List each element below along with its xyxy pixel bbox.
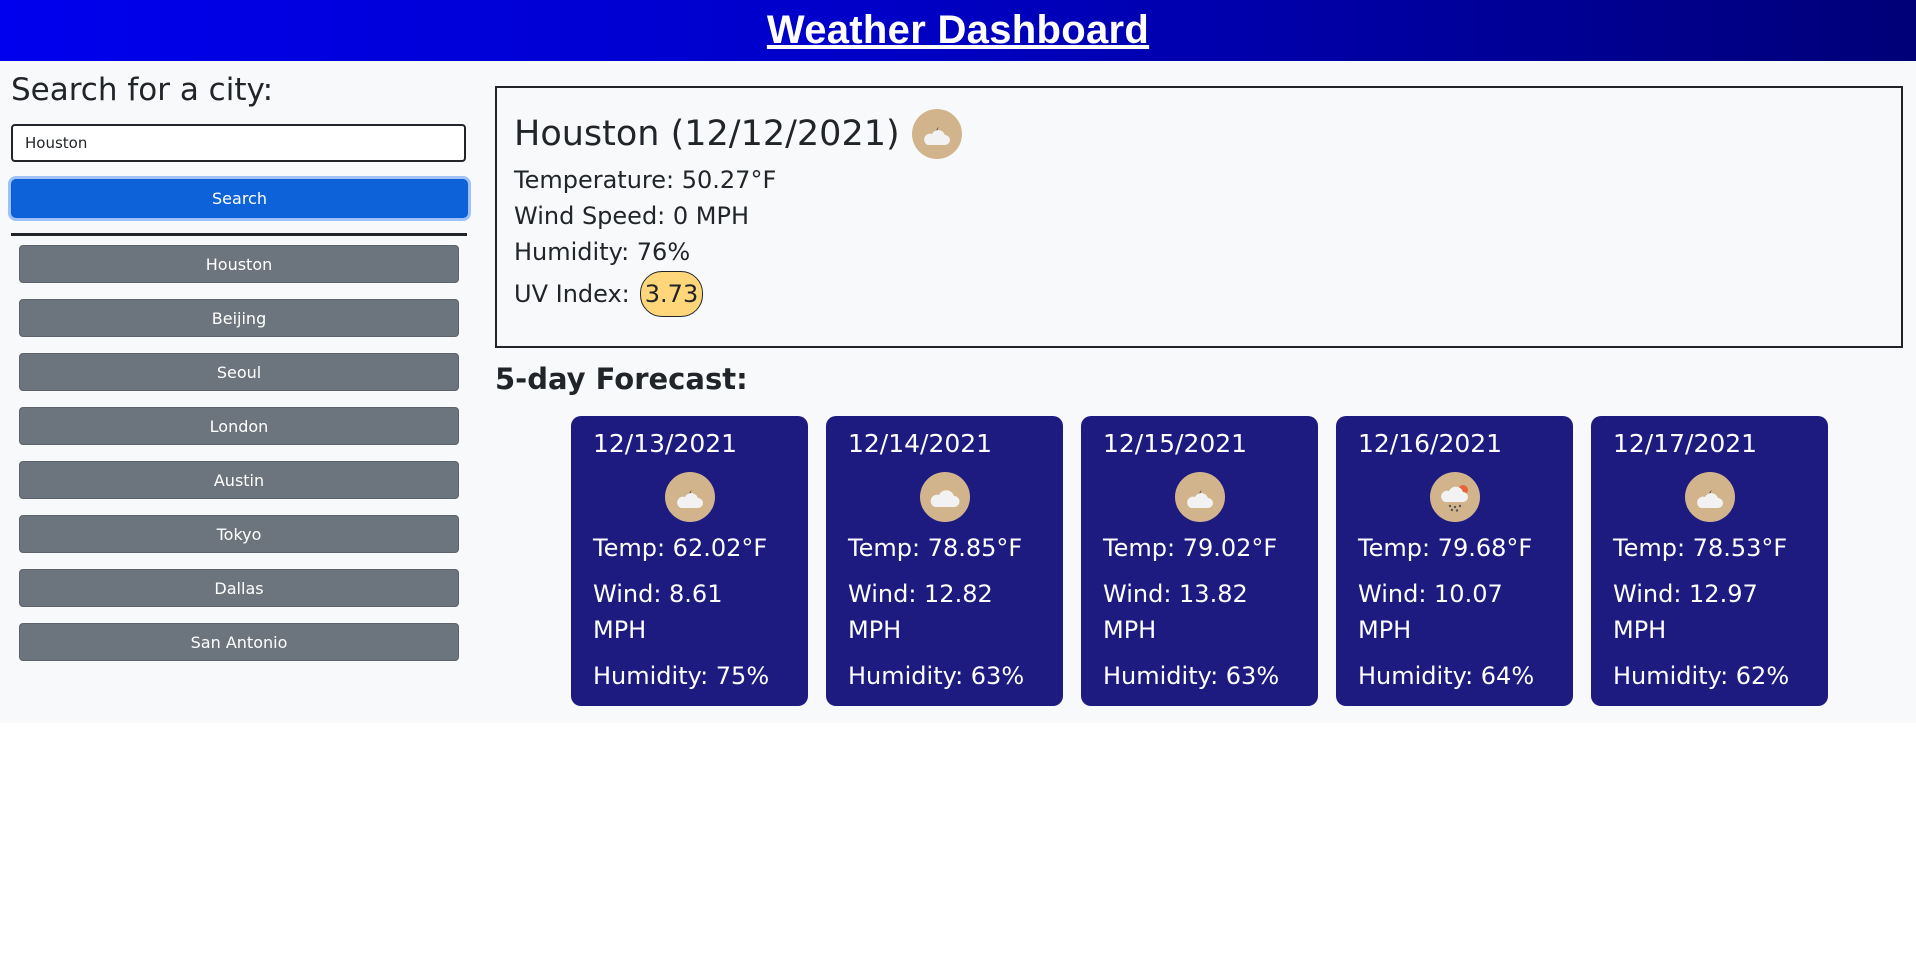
- forecast-wind: Wind: 13.82 MPH: [1103, 580, 1248, 644]
- cloudy-night-icon: [664, 472, 715, 522]
- cloudy-night-icon: [1684, 472, 1735, 522]
- forecast-date: 12/17/2021: [1613, 429, 1758, 458]
- cloud-icon: [919, 472, 970, 522]
- rain-icon: [1429, 472, 1480, 522]
- cloudy-night-icon: [1174, 472, 1225, 522]
- app-header: Weather Dashboard: [0, 0, 1916, 61]
- uv-index-label: UV Index:: [514, 280, 630, 308]
- page-title: Weather Dashboard: [766, 8, 1150, 52]
- cloudy-night-icon: [911, 109, 962, 159]
- search-history-list: Houston Beijing Seoul London Austin Toky…: [19, 245, 459, 677]
- city-search-input[interactable]: [11, 124, 466, 162]
- forecast-date: 12/16/2021: [1358, 429, 1503, 458]
- forecast-wind: Wind: 12.97 MPH: [1613, 580, 1758, 644]
- forecast-card: 12/17/2021 Temp: 78.53°F Wind: 12.97 MPH…: [1591, 416, 1828, 706]
- current-humidity: Humidity: 76%: [514, 238, 691, 266]
- forecast-temp: Temp: 78.85°F: [848, 534, 1023, 562]
- history-city-button[interactable]: Tokyo: [19, 515, 459, 553]
- forecast-humidity: Humidity: 75%: [593, 662, 770, 690]
- uv-index-badge: 3.73: [639, 271, 704, 317]
- forecast-card: 12/15/2021 Temp: 79.02°F Wind: 13.82 MPH…: [1081, 416, 1318, 706]
- forecast-humidity: Humidity: 62%: [1613, 662, 1790, 690]
- forecast-temp: Temp: 62.02°F: [593, 534, 768, 562]
- forecast-heading: 5-day Forecast:: [495, 362, 748, 396]
- forecast-card: 12/14/2021 Temp: 78.85°F Wind: 12.82 MPH…: [826, 416, 1063, 706]
- history-city-button[interactable]: London: [19, 407, 459, 445]
- forecast-humidity: Humidity: 63%: [848, 662, 1025, 690]
- history-city-button[interactable]: Houston: [19, 245, 459, 283]
- search-heading: Search for a city:: [11, 72, 274, 108]
- history-city-button[interactable]: San Antonio: [19, 623, 459, 661]
- forecast-humidity: Humidity: 63%: [1103, 662, 1280, 690]
- forecast-wind: Wind: 12.82 MPH: [848, 580, 993, 644]
- forecast-humidity: Humidity: 64%: [1358, 662, 1535, 690]
- history-city-button[interactable]: Seoul: [19, 353, 459, 391]
- current-temperature: Temperature: 50.27°F: [514, 166, 777, 194]
- forecast-card: 12/16/2021 Temp: 79.68°F Wind: 10.07 MPH…: [1336, 416, 1573, 706]
- forecast-list: 12/13/2021 Temp: 62.02°F Wind: 8.61 MPH …: [571, 416, 1828, 706]
- forecast-temp: Temp: 78.53°F: [1613, 534, 1788, 562]
- history-city-button[interactable]: Beijing: [19, 299, 459, 337]
- forecast-wind: Wind: 10.07 MPH: [1358, 580, 1503, 644]
- forecast-date: 12/14/2021: [848, 429, 993, 458]
- search-button[interactable]: Search: [11, 179, 468, 218]
- forecast-date: 12/13/2021: [593, 429, 738, 458]
- current-wind-speed: Wind Speed: 0 MPH: [514, 202, 750, 230]
- forecast-date: 12/15/2021: [1103, 429, 1248, 458]
- history-city-button[interactable]: Dallas: [19, 569, 459, 607]
- forecast-wind: Wind: 8.61 MPH: [593, 580, 723, 644]
- history-city-button[interactable]: Austin: [19, 461, 459, 499]
- forecast-card: 12/13/2021 Temp: 62.02°F Wind: 8.61 MPH …: [571, 416, 808, 706]
- forecast-temp: Temp: 79.02°F: [1103, 534, 1278, 562]
- sidebar-divider: [11, 233, 467, 236]
- current-city-title: Houston (12/12/2021): [514, 114, 900, 154]
- forecast-temp: Temp: 79.68°F: [1358, 534, 1533, 562]
- current-weather-card: Houston (12/12/2021) Temperature: 50.27°…: [495, 86, 1903, 348]
